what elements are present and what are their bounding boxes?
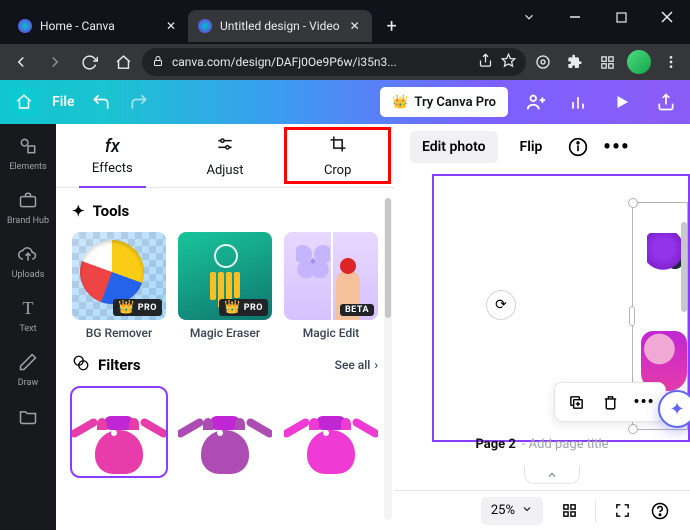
crown-icon: 👑 — [392, 95, 408, 110]
tools-heading: ✦Tools — [72, 202, 378, 220]
tab-title: Untitled design - Video — [220, 19, 340, 33]
rail-elements[interactable]: Elements — [9, 134, 46, 172]
extension-icon[interactable] — [530, 49, 556, 75]
apps-icon[interactable] — [594, 49, 620, 75]
filter-option-3[interactable] — [284, 388, 378, 476]
puzzle-icon[interactable] — [562, 49, 588, 75]
close-icon[interactable]: ✕ — [348, 19, 362, 33]
new-tab-button[interactable]: + — [378, 12, 406, 40]
rail-uploads[interactable]: Uploads — [12, 242, 45, 280]
invite-icon[interactable] — [522, 88, 550, 116]
resize-handle[interactable] — [628, 198, 638, 208]
resize-handle[interactable] — [629, 306, 635, 326]
info-icon[interactable] — [564, 133, 592, 161]
close-icon[interactable]: ✕ — [164, 19, 178, 33]
sparkle-icon: ✦ — [72, 202, 85, 220]
menu-icon[interactable] — [658, 49, 684, 75]
play-button[interactable] — [606, 86, 638, 118]
back-button[interactable] — [6, 47, 36, 77]
fx-icon: fx — [105, 136, 120, 157]
filters-icon — [72, 354, 90, 376]
tab-effects[interactable]: fxEffects — [56, 124, 169, 187]
zoom-control[interactable]: 25% — [481, 497, 543, 525]
undo-button[interactable] — [89, 90, 113, 114]
insights-icon[interactable] — [564, 88, 592, 116]
close-window-button[interactable] — [644, 2, 690, 32]
filters-heading: FiltersSee all› — [72, 354, 378, 376]
filter-option-2[interactable] — [178, 388, 272, 476]
resize-handle[interactable] — [628, 424, 638, 434]
tool-magic-edit[interactable]: BETA Magic Edit — [284, 232, 378, 340]
fullscreen-icon[interactable] — [610, 499, 634, 523]
magic-button[interactable]: ✦ — [658, 390, 690, 428]
more-icon[interactable]: ••• — [602, 133, 630, 161]
pro-badge: 👑PRO — [113, 299, 162, 316]
chevron-right-icon: › — [374, 358, 378, 372]
shapes-icon — [16, 134, 40, 158]
lock-icon — [152, 55, 164, 70]
url-text: canva.com/design/DAFj0Oe9P6w/i35n3... — [172, 55, 470, 69]
beta-badge: BETA — [340, 304, 374, 316]
browser-tab-home[interactable]: Home - Canva ✕ — [8, 10, 188, 42]
share-button[interactable] — [652, 88, 680, 116]
edit-photo-button[interactable]: Edit photo — [410, 131, 498, 163]
sync-icon[interactable]: ⟳ — [486, 290, 516, 320]
flip-button[interactable]: Flip — [508, 131, 555, 163]
redo-button[interactable] — [127, 90, 151, 114]
address-bar[interactable]: canva.com/design/DAFj0Oe9P6w/i35n3... — [142, 48, 526, 76]
scrollbar[interactable] — [384, 198, 392, 520]
cloud-upload-icon — [16, 242, 40, 266]
forward-button[interactable] — [40, 47, 70, 77]
duplicate-icon[interactable] — [561, 387, 591, 417]
canva-favicon — [18, 19, 32, 33]
trash-icon[interactable] — [595, 387, 625, 417]
pro-badge: 👑PRO — [219, 299, 268, 316]
tool-magic-eraser[interactable]: 👑PRO Magic Eraser — [178, 232, 272, 340]
tab-adjust[interactable]: Adjust — [169, 124, 282, 187]
text-icon: T — [16, 296, 40, 320]
chevron-down-icon[interactable] — [506, 2, 552, 32]
crop-icon — [328, 134, 348, 159]
tab-crop[interactable]: Crop — [281, 124, 394, 187]
canva-home-button[interactable] — [10, 88, 38, 116]
star-icon[interactable] — [501, 53, 516, 71]
tab-title: Home - Canva — [40, 19, 115, 33]
canva-favicon — [198, 19, 212, 33]
folder-icon — [16, 404, 40, 428]
file-menu[interactable]: File — [52, 94, 75, 110]
maximize-button[interactable] — [598, 2, 644, 32]
page-caption[interactable]: Page 2 - Add page title — [394, 437, 690, 452]
floating-toolbar: ••• — [554, 382, 666, 422]
help-icon[interactable] — [648, 499, 672, 523]
tool-bg-remover[interactable]: 👑PRO BG Remover — [72, 232, 166, 340]
browser-tab-design[interactable]: Untitled design - Video ✕ — [188, 10, 372, 42]
filter-option-1[interactable] — [72, 388, 166, 476]
scrollbar[interactable] — [680, 220, 688, 370]
rail-draw[interactable]: Draw — [16, 350, 40, 388]
rail-text[interactable]: TText — [16, 296, 40, 334]
minimize-button[interactable] — [552, 2, 598, 32]
grid-view-icon[interactable] — [557, 499, 581, 523]
rail-brand-hub[interactable]: Brand Hub — [7, 188, 49, 226]
sliders-icon — [215, 134, 235, 159]
briefcase-icon — [16, 188, 40, 212]
home-button-browser[interactable] — [108, 47, 138, 77]
try-canva-pro-button[interactable]: 👑Try Canva Pro — [380, 87, 508, 117]
collapse-handle[interactable] — [524, 466, 580, 484]
share-icon[interactable] — [478, 53, 493, 71]
avatar[interactable] — [626, 49, 652, 75]
reload-button[interactable] — [74, 47, 104, 77]
rail-more[interactable] — [16, 404, 40, 428]
chevron-down-icon — [521, 503, 533, 519]
more-icon[interactable]: ••• — [629, 387, 659, 417]
pencil-icon — [16, 350, 40, 374]
see-all-link[interactable]: See all› — [335, 358, 378, 372]
